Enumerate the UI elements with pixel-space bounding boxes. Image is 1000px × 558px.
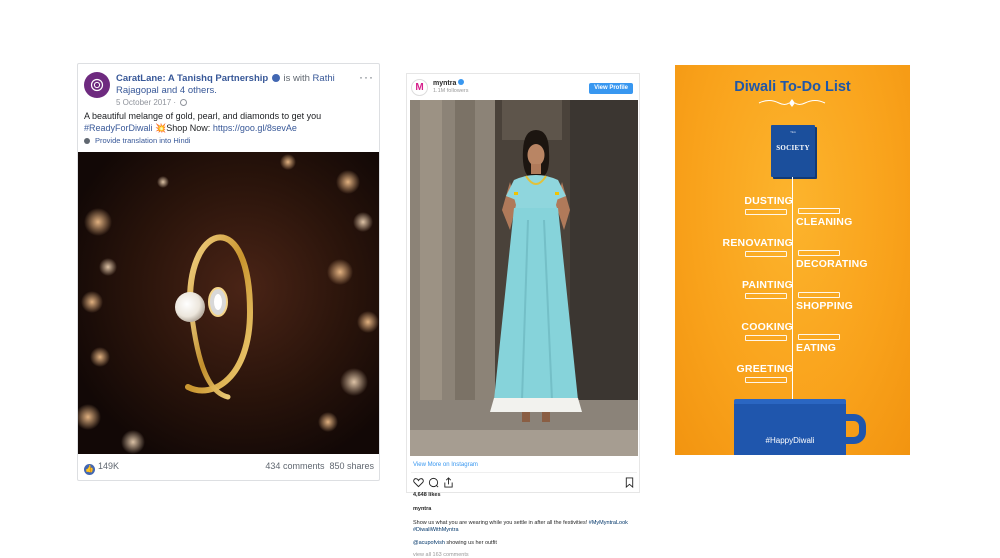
post-text: A beautiful melange of gold, pearl, and …	[84, 110, 374, 134]
comment-mention-link[interactable]: @acupofvish	[413, 540, 445, 546]
ig-comment: @acupofvish showing us her outfit	[413, 540, 497, 546]
view-all-comments-link[interactable]: view all 163 comments	[413, 552, 469, 558]
translate-text: Provide translation into Hindi	[95, 136, 191, 145]
page-name-link[interactable]: CaratLane: A Tanishq Partnership	[116, 73, 268, 84]
caption-username[interactable]: myntra	[413, 506, 431, 512]
shares-count-link[interactable]: 850 shares	[329, 461, 374, 471]
bookmark-icon[interactable]	[624, 477, 635, 488]
post-header: CaratLane: A Tanishq Partnership is with…	[84, 70, 374, 110]
myntra-avatar[interactable]: M	[411, 79, 428, 96]
ig-post-header: M myntra 1.1M followers View Profile	[411, 78, 637, 98]
collision-emoji-icon: 💥	[155, 123, 167, 133]
tea-box-sub: TEA	[790, 130, 796, 134]
todo-item-right: SHOPPING	[796, 300, 854, 312]
likes-count[interactable]: 149K	[98, 461, 119, 471]
todo-item-right: EATING	[796, 342, 837, 354]
heart-icon[interactable]	[413, 477, 424, 488]
comment-icon[interactable]	[428, 477, 439, 488]
view-more-instagram-link[interactable]: View More on Instagram	[413, 462, 478, 468]
verified-badge-icon	[271, 74, 280, 82]
post-date[interactable]: 5 October 2017 ·	[116, 98, 188, 107]
view-profile-button[interactable]: View Profile	[589, 83, 633, 94]
share-icon[interactable]	[443, 477, 454, 488]
tea-box: TEA SOCIETY	[771, 125, 815, 177]
ig-username[interactable]: myntra	[433, 79, 465, 87]
poster-title: Diwali To-Do List	[734, 79, 851, 95]
caratlane-logo-icon	[90, 78, 104, 92]
ig-caption: Show us what you are wearing while you s…	[413, 520, 635, 534]
society-logo: SOCIETY	[776, 144, 810, 152]
todo-item-right: DECORATING	[796, 258, 868, 270]
diwali-todo-poster[interactable]: Diwali To-Do List TEA SOCIETY DUSTING REN…	[675, 65, 910, 455]
mug-hashtag: #HappyDiwali	[765, 436, 815, 445]
page-avatar[interactable]	[84, 72, 110, 98]
todo-checkbox	[745, 209, 787, 215]
todo-checkbox	[798, 208, 840, 214]
post-author-line: CaratLane: A Tanishq Partnership is with…	[116, 73, 356, 97]
facebook-post-card: CaratLane: A Tanishq Partnership is with…	[77, 63, 380, 481]
post-stats-bar: 👍 149K 434 comments 850 shares	[84, 461, 374, 475]
more-options-button[interactable]: ···	[359, 70, 374, 84]
ig-action-bar	[413, 477, 635, 489]
flourish-ornament-icon	[758, 99, 826, 107]
comment-text: showing us her outfit	[446, 540, 497, 546]
todo-checkbox	[745, 293, 787, 299]
follower-count: 1.1M followers	[433, 88, 469, 94]
comments-shares: 434 comments 850 shares	[265, 461, 374, 471]
todo-item-right: CLEANING	[796, 216, 853, 228]
todo-item-left: COOKING	[741, 321, 793, 333]
bangle-product-image[interactable]	[78, 152, 379, 454]
translate-link[interactable]: Provide translation into Hindi	[84, 136, 190, 145]
todo-item-left: DUSTING	[744, 195, 793, 207]
with-text: is with	[283, 73, 310, 84]
verified-badge-icon	[458, 79, 465, 85]
todo-checkbox	[745, 251, 787, 257]
translate-icon	[84, 138, 90, 144]
todo-item-left: RENOVATING	[722, 237, 793, 249]
ig-username-text: myntra	[433, 80, 457, 87]
comments-count-link[interactable]: 434 comments	[265, 461, 324, 471]
bangle-illustration	[78, 154, 379, 454]
todo-item-left: GREETING	[736, 363, 793, 375]
tagged-others-link[interactable]: and 4 others.	[161, 85, 216, 96]
globe-icon	[180, 99, 188, 106]
date-text: 5 October 2017 ·	[116, 98, 177, 107]
tea-mug	[734, 399, 846, 455]
like-reaction-icon: 👍	[84, 464, 95, 475]
hashtag-link[interactable]: #ReadyForDiwali	[84, 123, 153, 133]
todo-item-left: PAINTING	[742, 279, 793, 291]
todo-checkbox	[798, 250, 840, 256]
post-text-line1: A beautiful melange of gold, pearl, and …	[84, 111, 322, 121]
model-photo-illustration	[410, 100, 638, 456]
todo-checkbox	[745, 335, 787, 341]
todo-checkbox	[798, 292, 840, 298]
ig-post-image[interactable]	[410, 100, 638, 456]
ig-likes-count[interactable]: 4,648 likes	[413, 492, 441, 498]
caption-text: Show us what you are wearing while you s…	[413, 520, 588, 526]
divider	[411, 472, 637, 473]
todo-checkbox	[798, 334, 840, 340]
shop-now-text: Shop Now:	[166, 123, 211, 133]
shop-link[interactable]: https://goo.gl/8sevAe	[213, 123, 297, 133]
instagram-post-card: M myntra 1.1M followers View Profile Vie…	[406, 73, 640, 558]
todo-checkbox	[745, 377, 787, 383]
